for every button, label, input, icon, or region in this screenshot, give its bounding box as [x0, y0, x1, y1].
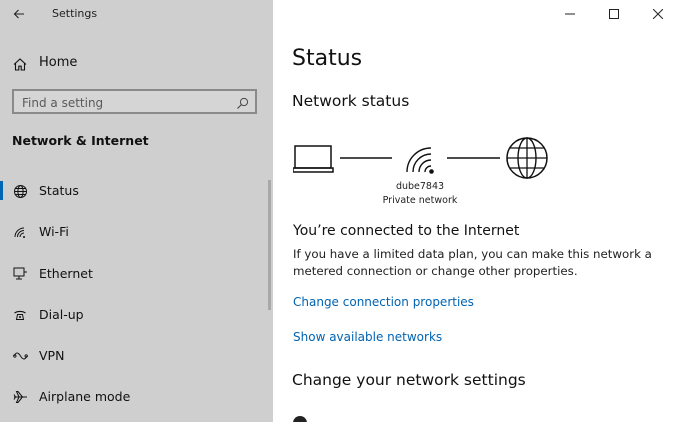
globe-icon — [506, 137, 548, 179]
sidebar-item-ethernet[interactable]: Ethernet — [0, 253, 273, 294]
wifi-icon — [406, 147, 434, 174]
home-icon — [13, 56, 27, 75]
sidebar-item-label: Dial-up — [39, 306, 84, 322]
change-connection-properties-link[interactable]: Change connection properties — [293, 295, 474, 309]
search-box[interactable] — [12, 89, 257, 114]
page-title: Status — [292, 46, 363, 71]
dialup-icon — [12, 308, 28, 322]
network-status-heading: Network status — [292, 92, 410, 110]
sidebar-item-label: Status — [39, 183, 79, 198]
sidebar-item-label: Airplane mode — [39, 389, 131, 405]
caption-buttons — [548, 0, 680, 28]
home-label: Home — [39, 55, 78, 70]
close-icon — [653, 9, 663, 19]
network-type: Private network — [382, 195, 458, 206]
show-available-networks-link[interactable]: Show available networks — [293, 330, 442, 344]
sidebar-item-wifi[interactable]: Wi-Fi — [0, 211, 273, 252]
vpn-icon — [12, 349, 28, 363]
connected-heading: You’re connected to the Internet — [293, 223, 520, 239]
sidebar-item-vpn[interactable]: VPN — [0, 335, 273, 376]
sidebar-item-label: Ethernet — [39, 265, 93, 281]
minimize-button[interactable] — [548, 0, 592, 28]
main-content: Status Network status dube7843 Private n… — [273, 0, 680, 422]
sidebar: Settings Home Network & Internet — [0, 0, 273, 422]
settings-window: Settings Home Network & Internet — [0, 0, 680, 422]
maximize-icon — [609, 9, 619, 19]
ethernet-icon — [12, 267, 28, 281]
search-input[interactable] — [22, 94, 222, 111]
search-icon[interactable] — [236, 95, 249, 114]
partial-setting-icon — [293, 416, 307, 422]
selection-indicator — [0, 181, 3, 200]
close-button[interactable] — [636, 0, 680, 28]
connection-description: If you have a limited data plan, you can… — [293, 247, 652, 278]
network-diagram — [293, 137, 548, 179]
sidebar-item-label: Wi-Fi — [39, 224, 69, 240]
sidebar-item-status[interactable]: Status — [0, 170, 273, 211]
wifi-icon — [12, 225, 28, 239]
titlebar-left: Settings — [0, 0, 273, 28]
app-title: Settings — [52, 7, 98, 20]
section-title: Network & Internet — [12, 133, 149, 148]
sidebar-item-dialup[interactable]: Dial-up — [0, 294, 273, 335]
sidebar-item-label: VPN — [39, 348, 65, 364]
change-network-settings-heading: Change your network settings — [292, 371, 526, 389]
minimize-icon — [565, 13, 575, 15]
home-nav-item[interactable]: Home — [0, 50, 273, 76]
laptop-icon — [293, 145, 334, 173]
sidebar-item-airplane[interactable]: Airplane mode — [0, 376, 273, 417]
sidebar-nav: Status Wi-Fi Ethernet Dial-up VPN Airpla… — [0, 170, 273, 418]
maximize-button[interactable] — [592, 0, 636, 28]
airplane-icon — [12, 390, 28, 404]
network-name: dube7843 — [395, 181, 445, 192]
back-button[interactable] — [8, 4, 30, 24]
globe-status-icon — [12, 184, 28, 198]
sidebar-scrollbar[interactable] — [268, 180, 271, 310]
back-arrow-icon — [13, 9, 24, 19]
